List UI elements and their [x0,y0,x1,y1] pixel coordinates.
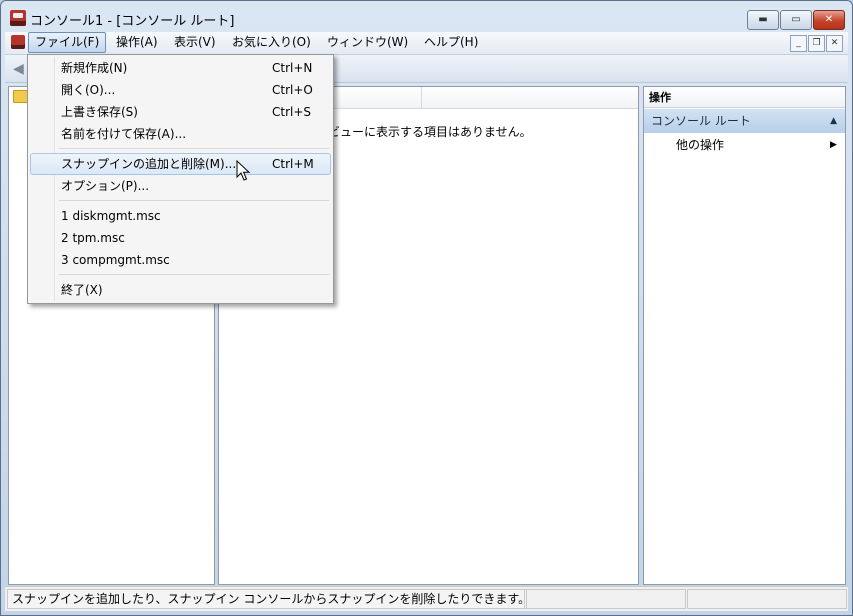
status-cell [524,589,686,609]
column-divider[interactable] [421,87,422,108]
menu-item-label: 新規作成(N) [61,61,128,75]
menu-item-add-remove-snapin[interactable]: スナップインの追加と削除(M)... Ctrl+M [30,153,331,175]
more-actions-item[interactable]: 他の操作 [676,135,724,155]
status-text: スナップインを追加したり、スナップイン コンソールからスナップインを削除したりで… [7,589,527,609]
menu-item-shortcut: Ctrl+S [272,105,312,119]
status-bar: スナップインを追加したり、スナップイン コンソールからスナップインを削除したりで… [5,586,848,611]
menu-view[interactable]: 表示(V) [168,32,222,52]
menu-item-label: オプション(P)... [61,179,150,193]
menu-item-label: 2 tpm.msc [61,231,125,245]
menu-item-label: 開く(O)... [61,83,116,97]
window-title: コンソール1 - [コンソール ルート] [30,14,235,29]
mouse-cursor-icon [236,160,251,181]
mdi-restore-button[interactable]: ❐ [808,35,825,52]
menu-item-recent-2[interactable]: 2 tpm.msc [30,227,329,249]
title-bar[interactable]: コンソール1 - [コンソール ルート] ▬ ▭ ✕ [1,1,852,33]
menu-separator [59,274,329,275]
menu-bar: ファイル(F) 操作(A) 表示(V) お気に入り(O) ウィンドウ(W) ヘル… [5,32,848,55]
menu-item-label: 3 compmgmt.msc [61,253,170,267]
file-menu-dropdown: 新規作成(N) Ctrl+N 開く(O)... Ctrl+O 上書き保存(S) … [27,54,334,304]
actions-group-console-root[interactable]: コンソール ルート ▲ [644,109,845,133]
menu-item-label: スナップインの追加と削除(M)... [61,157,237,171]
maximize-button[interactable]: ▭ [780,10,812,30]
close-button[interactable]: ✕ [813,10,845,30]
menu-item-shortcut: Ctrl+O [272,83,313,97]
menu-item-label: 名前を付けて保存(A)... [61,127,187,141]
console-system-menu-icon[interactable] [11,35,25,49]
menu-item-recent-3[interactable]: 3 compmgmt.msc [30,249,329,271]
menu-favorites[interactable]: お気に入り(O) [226,32,317,52]
back-arrow-icon[interactable]: ◀ [13,61,24,77]
menu-item-label: 終了(X) [61,283,103,297]
menu-action[interactable]: 操作(A) [110,32,164,52]
menu-item-save[interactable]: 上書き保存(S) Ctrl+S [30,101,329,123]
menu-item-options[interactable]: オプション(P)... [30,175,329,197]
menu-item-label: 上書き保存(S) [61,105,138,119]
menu-item-recent-1[interactable]: 1 diskmgmt.msc [30,205,329,227]
menu-item-open[interactable]: 開く(O)... Ctrl+O [30,79,329,101]
actions-group-label: コンソール ルート [651,114,751,128]
menu-file[interactable]: ファイル(F) [28,32,107,53]
menu-window[interactable]: ウィンドウ(W) [321,32,414,52]
mdi-close-button[interactable]: ✕ [826,35,843,52]
menu-help[interactable]: ヘルプ(H) [418,32,484,52]
mdi-minimize-button[interactable]: _ [790,35,807,52]
status-cell [687,589,847,609]
menu-separator [59,148,329,149]
menu-item-label: 1 diskmgmt.msc [61,209,161,223]
actions-pane: 操作 コンソール ルート ▲ 他の操作 ▶ [643,86,846,585]
menu-item-exit[interactable]: 終了(X) [30,279,329,301]
actions-header: 操作 [644,87,845,108]
menu-separator [59,200,329,201]
minimize-button[interactable]: ▬ [747,10,779,30]
collapse-up-icon[interactable]: ▲ [830,109,837,133]
empty-view-message: のビューに表示する項目はありません。 [316,125,532,139]
menu-item-shortcut: Ctrl+M [272,157,314,171]
submenu-arrow-icon: ▶ [830,140,837,150]
menu-item-save-as[interactable]: 名前を付けて保存(A)... [30,123,329,145]
menu-item-shortcut: Ctrl+N [272,61,313,75]
mmc-app-icon[interactable] [10,10,26,26]
menu-item-new[interactable]: 新規作成(N) Ctrl+N [30,57,329,79]
